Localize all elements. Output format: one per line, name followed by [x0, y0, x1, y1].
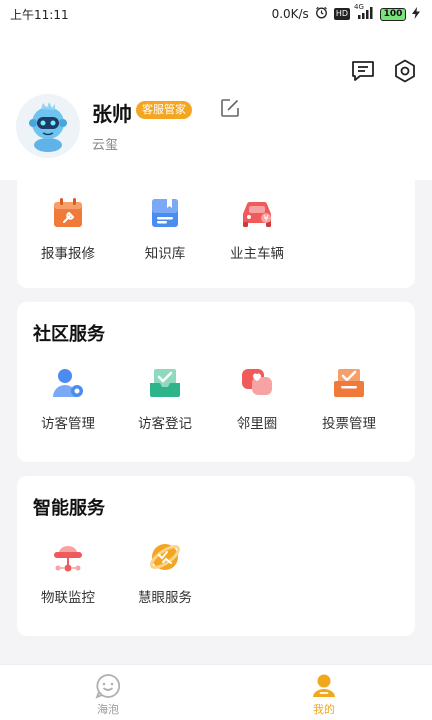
user-profile-icon: [313, 674, 335, 697]
battery-level: 100: [383, 9, 403, 19]
knowledge-book-icon: [148, 196, 182, 230]
grid-item-iot[interactable]: 物联监控: [17, 540, 119, 606]
header-actions: [350, 58, 418, 84]
battery-indicator: 100: [380, 7, 406, 21]
robot-avatar-icon: [29, 102, 67, 152]
edit-profile-button[interactable]: [220, 98, 242, 120]
neighbor-chat-icon: [240, 366, 274, 400]
grid-item-visitor-register[interactable]: 访客登记: [119, 366, 211, 432]
grid-label-iot: 物联监控: [41, 590, 95, 606]
message-icon: [352, 61, 374, 81]
hd-icon: HD: [333, 8, 350, 20]
section-title-community: 社区服务: [33, 324, 105, 345]
visitor-manage-icon: [51, 366, 85, 400]
grid-label-visitor-register: 访客登记: [138, 416, 192, 432]
settings-button[interactable]: [392, 58, 418, 84]
avatar[interactable]: [16, 94, 80, 158]
grid-label-knowledge: 知识库: [144, 246, 186, 262]
svg-text:¥: ¥: [263, 214, 268, 223]
network-type: 4G: [354, 2, 364, 11]
quick-actions-grid: 报事报修 知识库 ¥ 业主车辆: [17, 196, 415, 262]
car-icon: ¥: [240, 196, 274, 230]
grid-item-visitor-manage[interactable]: 访客管理: [17, 366, 119, 432]
net-speed: 0.0K/s: [271, 7, 309, 21]
grid-item-vehicle[interactable]: ¥ 业主车辆: [211, 196, 303, 262]
repair-calendar-icon: [51, 196, 85, 230]
status-time: 上午11:11: [10, 7, 69, 22]
grid-label-vehicle: 业主车辆: [230, 246, 284, 262]
community-services-card: 社区服务 访客管理 访客登记 邻里圈 投票管理: [17, 302, 415, 462]
grid-item-vote[interactable]: 投票管理: [303, 366, 395, 432]
section-title-smart: 智能服务: [33, 498, 105, 519]
user-name: 张帅: [92, 102, 132, 126]
community-services-grid: 访客管理 访客登记 邻里圈 投票管理: [17, 366, 415, 432]
grid-label-eye-service: 慧眼服务: [138, 590, 192, 606]
grid-item-eye-service[interactable]: 慧眼服务: [119, 540, 211, 606]
tab-haipao[interactable]: 海泡: [0, 665, 216, 720]
settings-icon: [395, 59, 415, 83]
tab-label-haipao: 海泡: [97, 703, 119, 716]
signal-icon: 4G: [354, 2, 374, 22]
smart-services-grid: 物联监控 慧眼服务: [17, 540, 415, 606]
charging-icon: [412, 6, 420, 22]
grid-label-repair: 报事报修: [41, 246, 95, 262]
status-indicators: 0.0K/s HD 4G 100: [271, 2, 420, 22]
grid-label-neighbor: 邻里圈: [236, 416, 278, 432]
smart-services-card: 智能服务 物联监控 慧眼服务: [17, 476, 415, 636]
status-bar: 上午11:11 0.0K/s HD 4G 100: [0, 0, 432, 28]
organization-name: 云玺: [92, 138, 119, 153]
grid-item-knowledge[interactable]: 知识库: [119, 196, 211, 262]
iot-monitor-icon: [51, 540, 85, 574]
grid-item-neighbor[interactable]: 邻里圈: [211, 366, 303, 432]
smile-chat-icon: [95, 674, 121, 699]
alarm-icon: [315, 6, 328, 22]
grid-label-visitor-manage: 访客管理: [41, 416, 95, 432]
message-button[interactable]: [350, 58, 376, 84]
eye-service-icon: [148, 540, 182, 574]
edit-icon: [221, 99, 239, 117]
quick-actions-card: 报事报修 知识库 ¥ 业主车辆: [17, 176, 415, 288]
visitor-register-icon: [148, 366, 182, 400]
tab-mine[interactable]: 我的: [216, 665, 432, 720]
grid-item-repair[interactable]: 报事报修: [17, 196, 119, 262]
bottom-nav: 海泡 我的: [0, 664, 432, 720]
profile-header: 张帅 客服管家 云玺: [0, 28, 432, 180]
grid-label-vote: 投票管理: [322, 416, 376, 432]
vote-icon: [332, 366, 366, 400]
tab-label-mine: 我的: [313, 703, 335, 716]
role-badge: 客服管家: [136, 101, 192, 119]
